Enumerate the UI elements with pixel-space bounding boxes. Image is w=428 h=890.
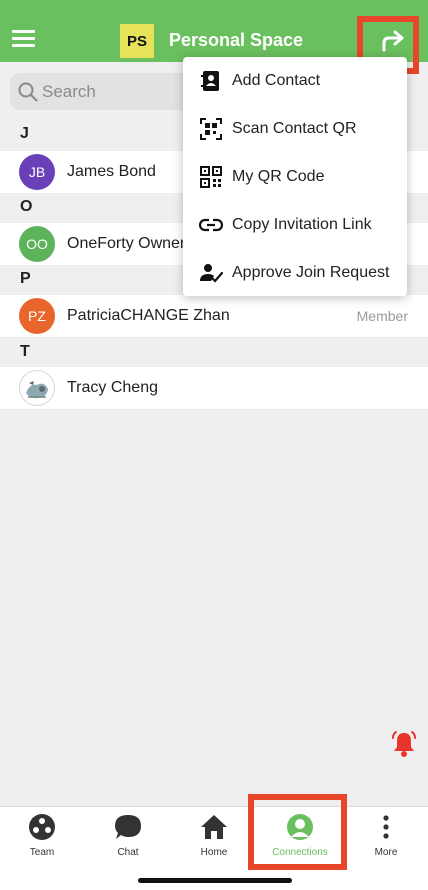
avatar: JB: [19, 154, 55, 190]
menu-item-copy-invitation-link[interactable]: Copy Invitation Link: [183, 201, 407, 249]
tab-team[interactable]: Team: [2, 813, 82, 863]
menu-item-label: My QR Code: [232, 168, 325, 185]
qr-scan-icon: [200, 118, 222, 140]
home-indicator: [138, 878, 292, 883]
connections-tab-highlight: [248, 794, 347, 870]
menu-item-label: Scan Contact QR: [232, 120, 357, 137]
link-icon: [199, 218, 223, 232]
user-check-icon: [200, 264, 223, 283]
tab-label: Chat: [117, 847, 139, 858]
avatar: OO: [19, 226, 55, 262]
team-icon: [29, 814, 55, 840]
section-letter: T: [20, 343, 30, 360]
hamburger-menu-icon[interactable]: [12, 30, 35, 48]
menu-item-label: Add Contact: [232, 72, 321, 89]
menu-item-label: Approve Join Request: [232, 264, 390, 281]
tab-home[interactable]: Home: [174, 813, 254, 863]
avatar-illustration-icon: [26, 381, 48, 399]
add-contact-dropdown-menu: Add Contact Scan Contact QR My QR Code C…: [183, 57, 407, 296]
section-letter: O: [20, 198, 33, 215]
space-badge[interactable]: PS: [120, 24, 154, 58]
tab-label: More: [374, 847, 398, 858]
qr-code-icon: [200, 166, 222, 188]
section-letter: J: [20, 125, 29, 142]
contact-book-icon: [201, 71, 219, 91]
menu-item-approve-join-request[interactable]: Approve Join Request: [183, 249, 407, 297]
chat-icon: [115, 815, 141, 839]
divider: [0, 409, 428, 410]
page-title[interactable]: Personal Space: [169, 30, 303, 51]
menu-item-add-contact[interactable]: Add Contact: [183, 57, 407, 105]
home-icon: [201, 815, 227, 839]
search-icon: [18, 82, 38, 102]
contact-row-patricia[interactable]: PZ PatriciaCHANGE Zhan Member: [0, 295, 428, 337]
avatar: PZ: [19, 298, 55, 334]
contact-name: James Bond: [67, 163, 156, 180]
tab-more[interactable]: More: [346, 813, 426, 863]
contact-row-tracy-cheng[interactable]: Tracy Cheng: [0, 367, 428, 409]
member-role-label: Member: [356, 308, 408, 324]
menu-item-my-qr-code[interactable]: My QR Code: [183, 153, 407, 201]
avatar-image: [19, 370, 55, 406]
alarm-bell-icon[interactable]: [391, 730, 417, 758]
section-letter: P: [20, 270, 31, 287]
menu-item-label: Copy Invitation Link: [232, 216, 372, 233]
tab-label: Team: [29, 847, 55, 858]
section-header-t: T: [0, 338, 428, 368]
contact-name: OneForty Owner: [67, 235, 186, 252]
tab-chat[interactable]: Chat: [88, 813, 168, 863]
menu-item-scan-contact-qr[interactable]: Scan Contact QR: [183, 105, 407, 153]
contact-name: PatriciaCHANGE Zhan: [67, 307, 230, 324]
search-placeholder: Search: [42, 82, 96, 101]
contact-name: Tracy Cheng: [67, 379, 158, 396]
tab-label: Home: [200, 847, 228, 858]
more-icon: [383, 815, 389, 839]
